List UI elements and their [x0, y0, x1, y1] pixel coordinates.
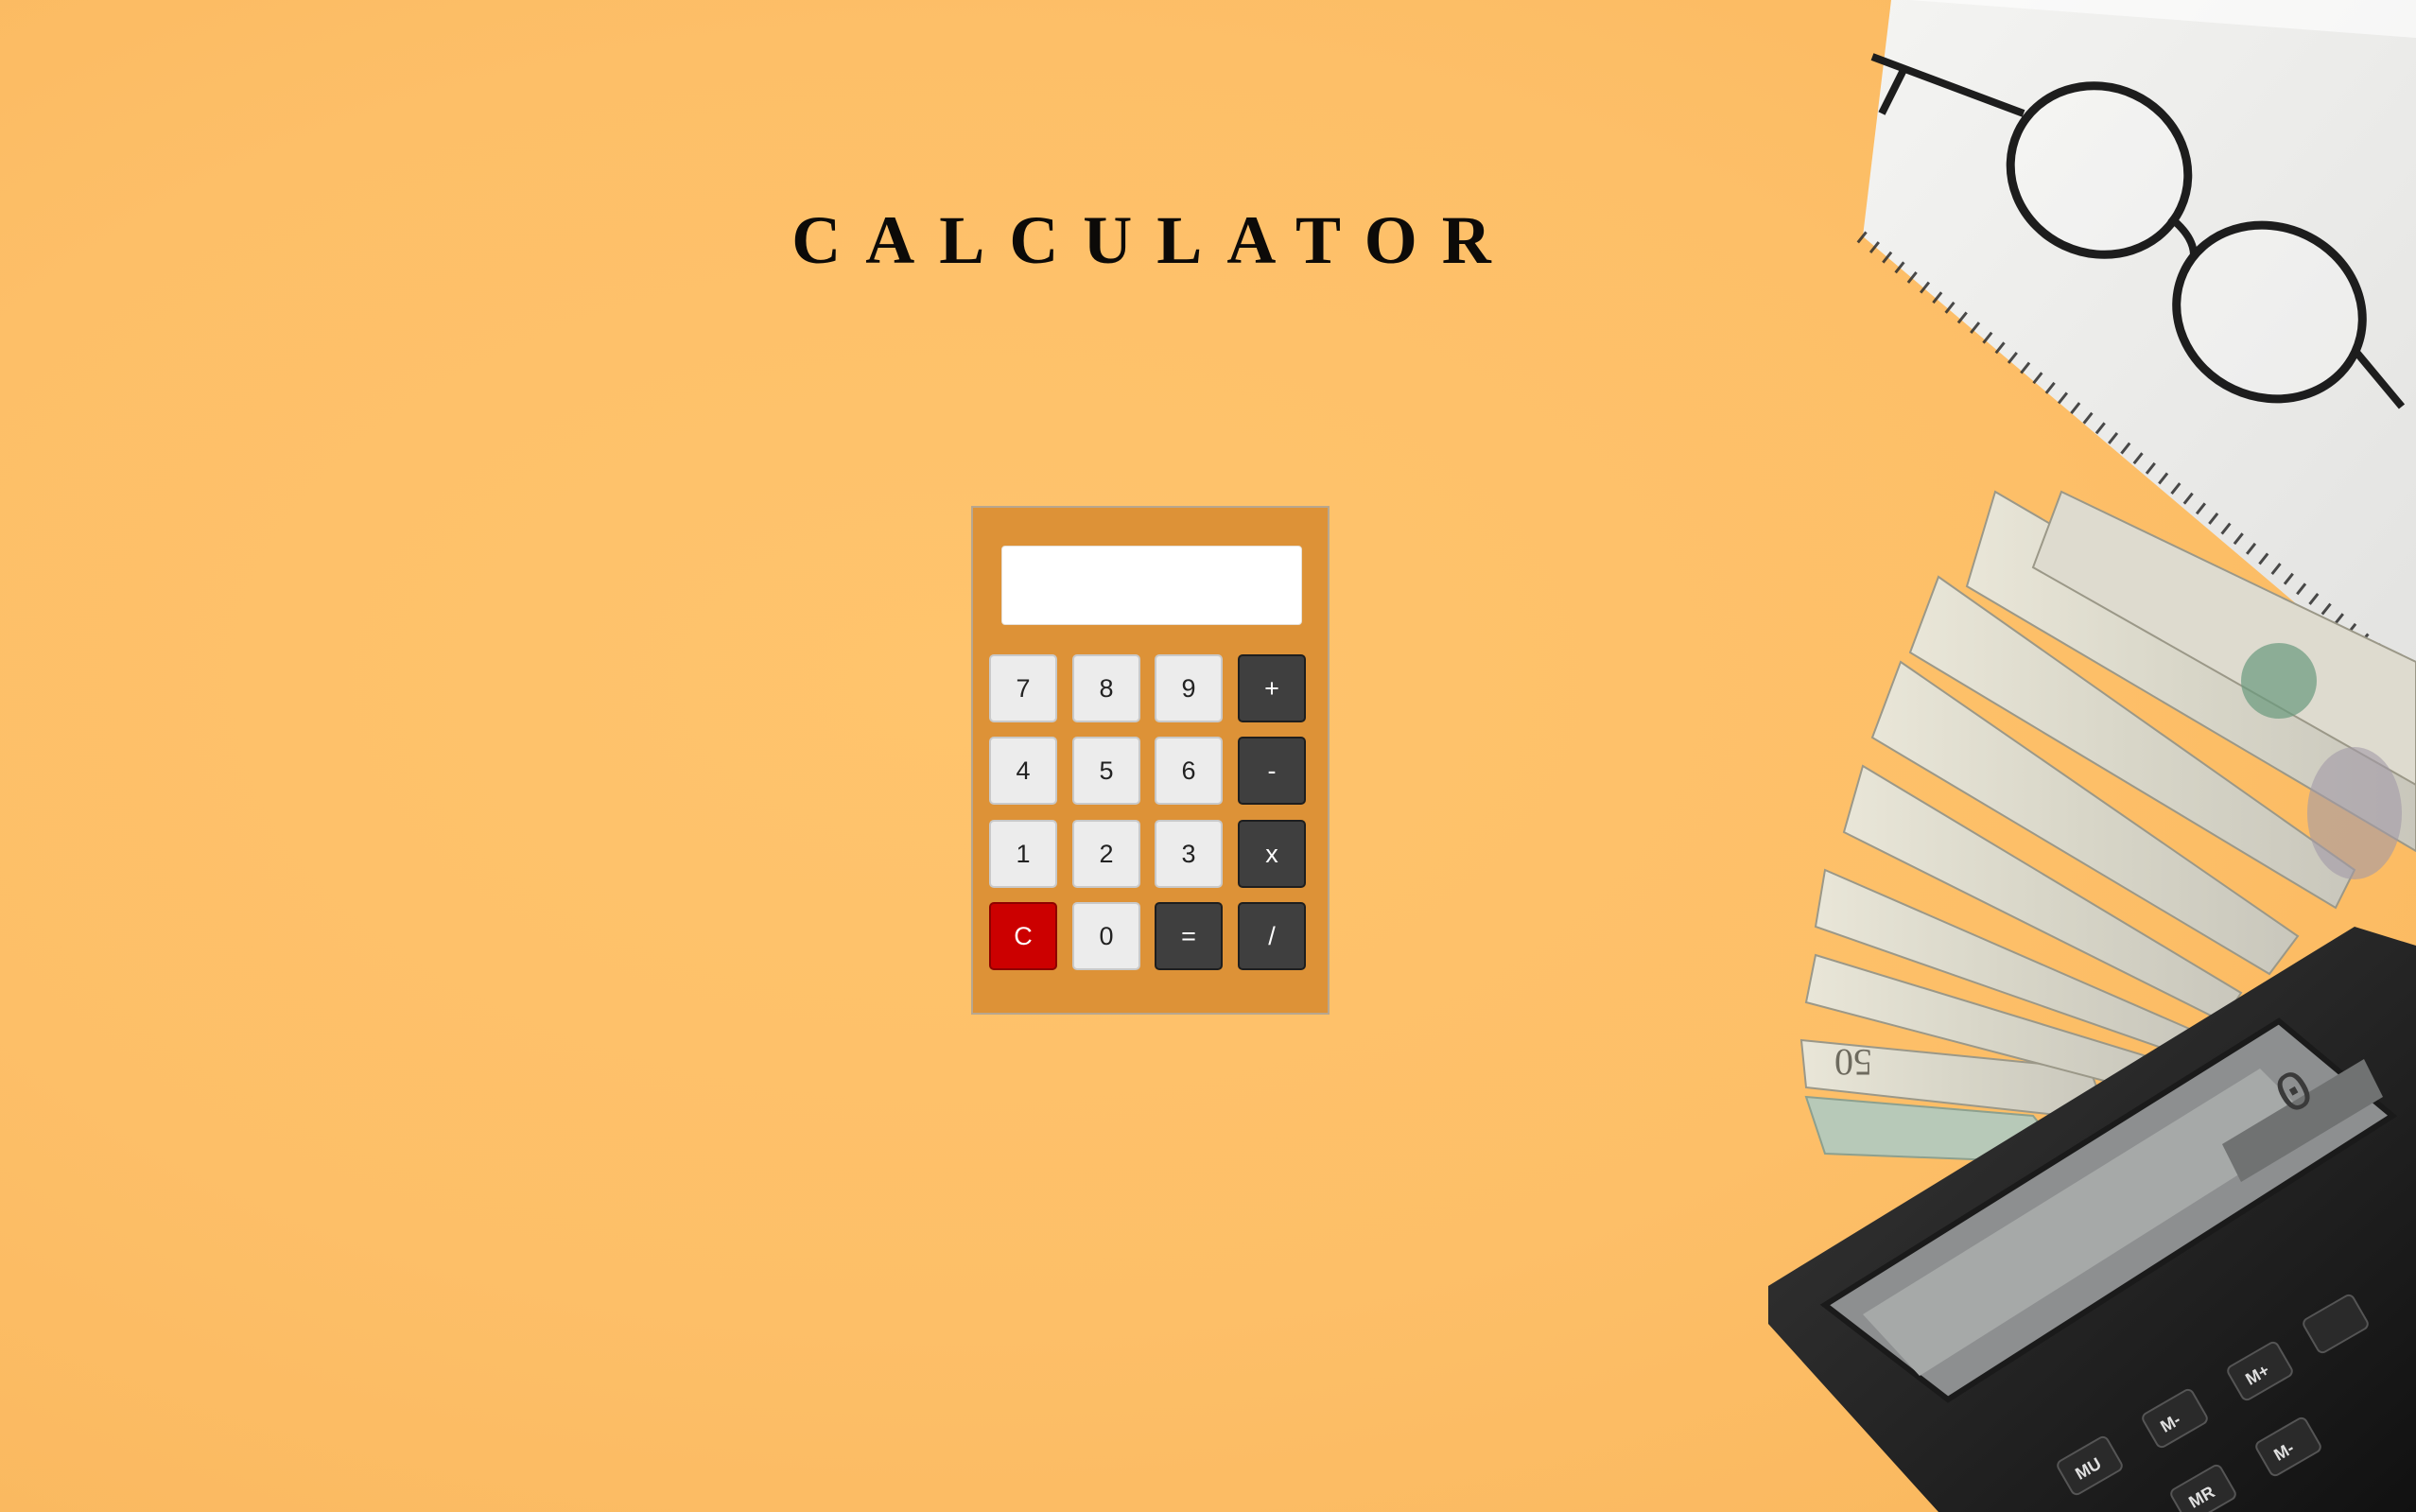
key-5[interactable]: 5 — [1072, 737, 1140, 805]
key-equals[interactable]: = — [1155, 902, 1223, 970]
banknote-value: 50 — [1834, 1041, 1872, 1084]
key-8[interactable]: 8 — [1072, 654, 1140, 722]
key-1[interactable]: 1 — [989, 820, 1057, 888]
key-9[interactable]: 9 — [1155, 654, 1223, 722]
key-2[interactable]: 2 — [1072, 820, 1140, 888]
key-clear[interactable]: C — [989, 902, 1057, 970]
key-7[interactable]: 7 — [989, 654, 1057, 722]
calculator: 7 8 9 + 4 5 6 - 1 2 3 x C 0 = / — [971, 506, 1330, 1015]
decorative-desk-photo: 50 0 MU M- M+ MR M- — [1768, 0, 2416, 1512]
key-3[interactable]: 3 — [1155, 820, 1223, 888]
key-add[interactable]: + — [1238, 654, 1306, 722]
key-0[interactable]: 0 — [1072, 902, 1140, 970]
key-6[interactable]: 6 — [1155, 737, 1223, 805]
key-divide[interactable]: / — [1238, 902, 1306, 970]
calculator-display[interactable] — [1001, 546, 1302, 625]
key-multiply[interactable]: x — [1238, 820, 1306, 888]
key-4[interactable]: 4 — [989, 737, 1057, 805]
key-subtract[interactable]: - — [1238, 737, 1306, 805]
